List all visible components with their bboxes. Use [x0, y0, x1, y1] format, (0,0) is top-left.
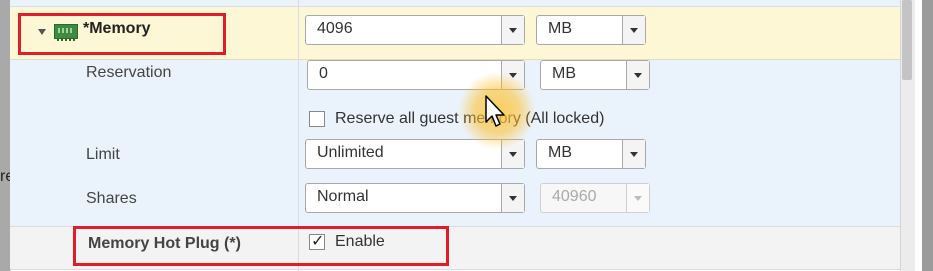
reservation-value: 0	[319, 65, 328, 82]
reserve-all-memory-checkbox[interactable]	[309, 111, 325, 127]
mouse-pointer-icon	[485, 95, 505, 127]
limit-label: Limit	[86, 146, 120, 163]
memory-highlight-box	[18, 13, 226, 55]
background-window-gutter	[922, 0, 933, 271]
hot-plug-highlight-box	[73, 226, 449, 266]
memory-unit-value: MB	[548, 20, 572, 37]
shares-amount-value: 40960	[552, 188, 597, 205]
chevron-down-icon[interactable]	[622, 140, 645, 168]
reservation-label: Reservation	[86, 64, 172, 81]
reservation-unit-select[interactable]: MB	[540, 60, 650, 90]
reservation-unit-value: MB	[552, 65, 576, 82]
chevron-down-icon[interactable]	[501, 184, 524, 212]
previous-row	[10, 0, 900, 7]
background-window-edge	[0, 0, 10, 271]
chevron-down-icon[interactable]	[501, 16, 524, 44]
shares-amount-combo: 40960	[540, 183, 650, 213]
scrollbar-thumb[interactable]	[902, 0, 912, 80]
chevron-down-icon[interactable]	[626, 61, 649, 89]
shares-label: Shares	[86, 190, 137, 207]
memory-size-combo[interactable]: 4096	[305, 15, 525, 45]
chevron-down-icon[interactable]	[622, 16, 645, 44]
shares-value: Normal	[317, 188, 369, 205]
chevron-down-icon	[626, 184, 649, 212]
memory-size-value: 4096	[317, 20, 353, 37]
shares-select[interactable]: Normal	[305, 183, 525, 213]
limit-unit-select[interactable]: MB	[536, 139, 646, 169]
limit-unit-value: MB	[548, 144, 572, 161]
memory-unit-select[interactable]: MB	[536, 15, 646, 45]
limit-value: Unlimited	[317, 144, 384, 161]
